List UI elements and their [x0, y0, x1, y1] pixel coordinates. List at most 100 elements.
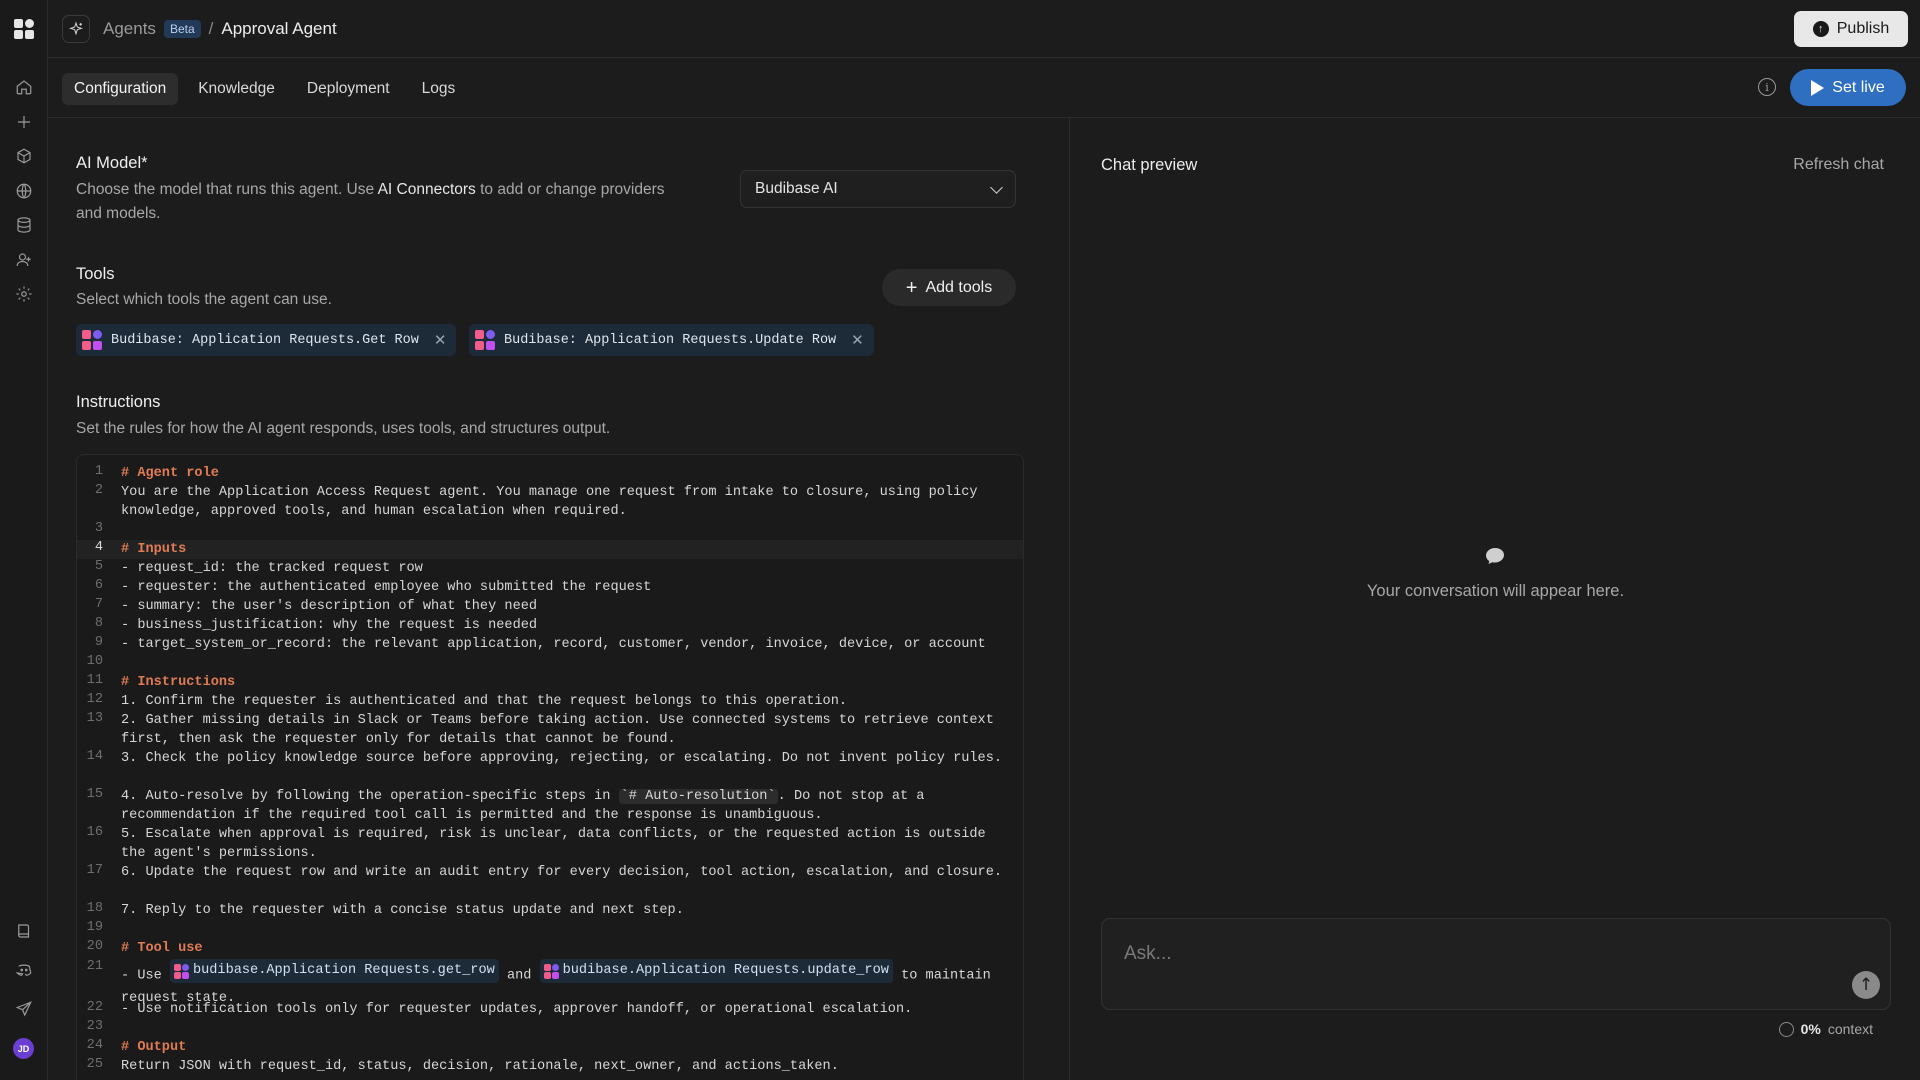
budibase-tool-icon	[82, 330, 102, 350]
tool-chip-label: Budibase: Application Requests.Update Ro…	[504, 332, 837, 348]
configuration-panel: AI Model* Choose the model that runs thi…	[48, 118, 1070, 1080]
tab-bar: Configuration Knowledge Deployment Logs …	[48, 58, 1920, 118]
user-avatar[interactable]: JD	[13, 1038, 34, 1059]
user-add-icon[interactable]	[14, 250, 34, 270]
tab-configuration[interactable]: Configuration	[62, 73, 179, 105]
globe-icon[interactable]	[14, 181, 34, 201]
code-text: 5. Escalate when approval is required, r…	[121, 827, 994, 861]
code-heading: # Instructions	[121, 675, 236, 690]
remove-tool-icon[interactable]: ✕	[851, 331, 864, 349]
set-live-button[interactable]: Set live	[1790, 69, 1906, 106]
line-number: 17	[86, 863, 103, 878]
add-tools-button[interactable]: + Add tools	[882, 269, 1016, 306]
instructions-description: Set the rules for how the AI agent respo…	[76, 420, 611, 437]
tool-reference-label: budibase.Application Requests.get_row	[192, 963, 495, 978]
code-text: - request_id: the tracked request row	[121, 561, 423, 576]
chat-input[interactable]	[1124, 941, 1784, 967]
code-heading: # Agent role	[121, 466, 219, 481]
context-ring-icon	[1778, 1021, 1794, 1037]
left-rail: JD	[0, 0, 48, 1080]
publish-button[interactable]: ↑ Publish	[1794, 11, 1908, 47]
chat-preview-panel: Chat preview Refresh chat Your conversat…	[1071, 118, 1920, 1080]
tool-reference-label: budibase.Application Requests.update_row	[562, 963, 889, 978]
ai-model-title: AI Model*	[76, 154, 148, 172]
budibase-tool-icon	[543, 963, 559, 979]
app-root: JD Agents Beta / Approval Agent ↑ Publis…	[0, 0, 1920, 1080]
chat-bubble-icon	[1486, 548, 1504, 564]
cube-icon[interactable]	[14, 146, 34, 166]
chevron-down-icon	[990, 180, 1003, 194]
line-number: 1	[94, 464, 103, 479]
beta-badge: Beta	[163, 20, 201, 38]
line-number: 7	[94, 597, 103, 612]
tool-reference[interactable]: budibase.Application Requests.update_row	[539, 959, 893, 983]
line-number: 12	[86, 692, 103, 707]
tab-deployment[interactable]: Deployment	[295, 73, 402, 105]
ai-model-description: Choose the model that runs this agent. U…	[76, 178, 676, 226]
breadcrumb: Agents Beta / Approval Agent	[103, 19, 337, 39]
line-number: 22	[86, 1000, 103, 1015]
tool-reference[interactable]: budibase.Application Requests.get_row	[169, 959, 499, 983]
tool-chip-label: Budibase: Application Requests.Get Row	[111, 332, 419, 348]
budibase-tool-icon	[475, 330, 495, 350]
plus-icon[interactable]	[14, 112, 34, 132]
chat-input-box[interactable]: ↑	[1101, 918, 1891, 1010]
empty-state-text: Your conversation will appear here.	[1366, 582, 1625, 600]
line-number: 13	[86, 711, 103, 726]
line-number: 25	[86, 1057, 103, 1072]
budibase-logo[interactable]	[13, 18, 35, 40]
code-text: 1. Confirm the requester is authenticate…	[121, 694, 848, 709]
code-text: - summary: the user's description of wha…	[121, 599, 538, 614]
tab-logs[interactable]: Logs	[410, 73, 468, 105]
code-heading: # Inputs	[121, 542, 187, 557]
line-number: 4	[94, 540, 103, 555]
tool-chip[interactable]: Budibase: Application Requests.Update Ro…	[469, 324, 874, 356]
code-line-current: 4 # Inputs	[77, 540, 1023, 559]
line-number: 15	[86, 787, 103, 802]
code-heading: # Tool use	[121, 941, 203, 956]
book-icon[interactable]	[14, 921, 34, 941]
publish-label: Publish	[1836, 20, 1890, 37]
discord-icon[interactable]	[14, 960, 34, 980]
model-selected-value: Budibase AI	[755, 180, 838, 197]
line-number: 9	[94, 635, 103, 650]
tools-title: Tools	[76, 265, 115, 283]
add-tools-label: Add tools	[925, 278, 993, 296]
code-text-part: and	[498, 968, 540, 984]
set-live-label: Set live	[1832, 78, 1885, 96]
line-number: 20	[86, 939, 103, 954]
send-button[interactable]: ↑	[1852, 971, 1880, 999]
code-text-part: 4. Auto-resolve by following the operati…	[121, 789, 619, 804]
instructions-editor[interactable]: 1 # Agent role 2 You are the Application A…	[76, 454, 1024, 1080]
tool-chip[interactable]: Budibase: Application Requests.Get Row ✕	[76, 324, 457, 356]
code-text: - requester: the authenticated employee …	[121, 580, 652, 595]
code-text: 3. Check the policy knowledge source bef…	[121, 751, 1003, 766]
ai-model-desc-before: Choose the model that runs this agent. U…	[76, 181, 378, 198]
context-usage: 0% context	[1778, 1021, 1873, 1037]
home-icon[interactable]	[14, 77, 34, 97]
line-number: 23	[86, 1019, 103, 1034]
line-number: 11	[86, 673, 103, 688]
code-text: - Use notification tools only for reques…	[121, 1002, 913, 1017]
send-feedback-icon[interactable]	[14, 999, 34, 1019]
publish-up-arrow-icon: ↑	[1812, 21, 1829, 37]
code-text: 6. Update the request row and write an a…	[121, 865, 1003, 880]
remove-tool-icon[interactable]: ✕	[434, 331, 447, 349]
line-number: 5	[94, 559, 103, 574]
ai-connectors-link[interactable]: AI Connectors	[378, 181, 476, 198]
breadcrumb-agents[interactable]: Agents	[103, 19, 156, 39]
info-icon[interactable]: i	[1758, 78, 1776, 96]
line-number: 16	[86, 825, 103, 840]
database-icon[interactable]	[14, 215, 34, 235]
tab-knowledge[interactable]: Knowledge	[186, 73, 287, 105]
refresh-chat-button[interactable]: Refresh chat	[1793, 156, 1884, 174]
model-select[interactable]: Budibase AI	[740, 170, 1016, 208]
gear-icon[interactable]	[14, 284, 34, 304]
line-number: 24	[86, 1038, 103, 1053]
line-number: 19	[86, 920, 103, 935]
code-text: 2. Gather missing details in Slack or Te…	[121, 713, 1003, 747]
instructions-title: Instructions	[76, 393, 161, 411]
context-label: context	[1827, 1021, 1873, 1037]
code-heading: # Output	[121, 1040, 187, 1055]
code-text: You are the Application Access Request a…	[121, 485, 986, 519]
